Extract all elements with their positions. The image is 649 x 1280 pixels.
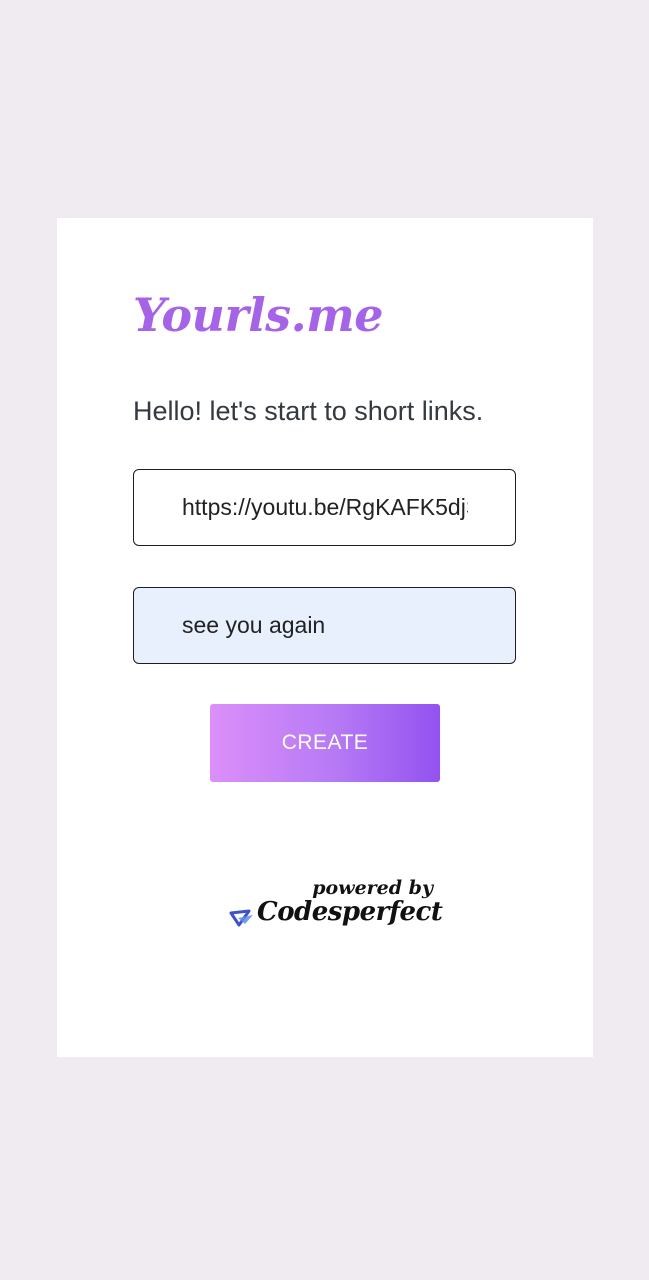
title-field[interactable]	[133, 587, 516, 664]
shortener-card: Yourls.me Hello! let's start to short li…	[57, 218, 593, 1057]
greeting-text: Hello! let's start to short links.	[133, 396, 484, 426]
title-input[interactable]	[182, 588, 468, 663]
url-input[interactable]	[182, 470, 468, 545]
codesperfect-logo-icon	[229, 909, 253, 927]
url-field[interactable]	[133, 469, 516, 546]
create-button[interactable]: CREATE	[210, 704, 440, 782]
powered-by-badge: powered by Codesperfect	[227, 873, 443, 943]
company-name: Codesperfect	[257, 897, 443, 927]
brand-title: Yourls.me	[133, 288, 384, 342]
powered-by-label: powered by	[312, 877, 433, 899]
